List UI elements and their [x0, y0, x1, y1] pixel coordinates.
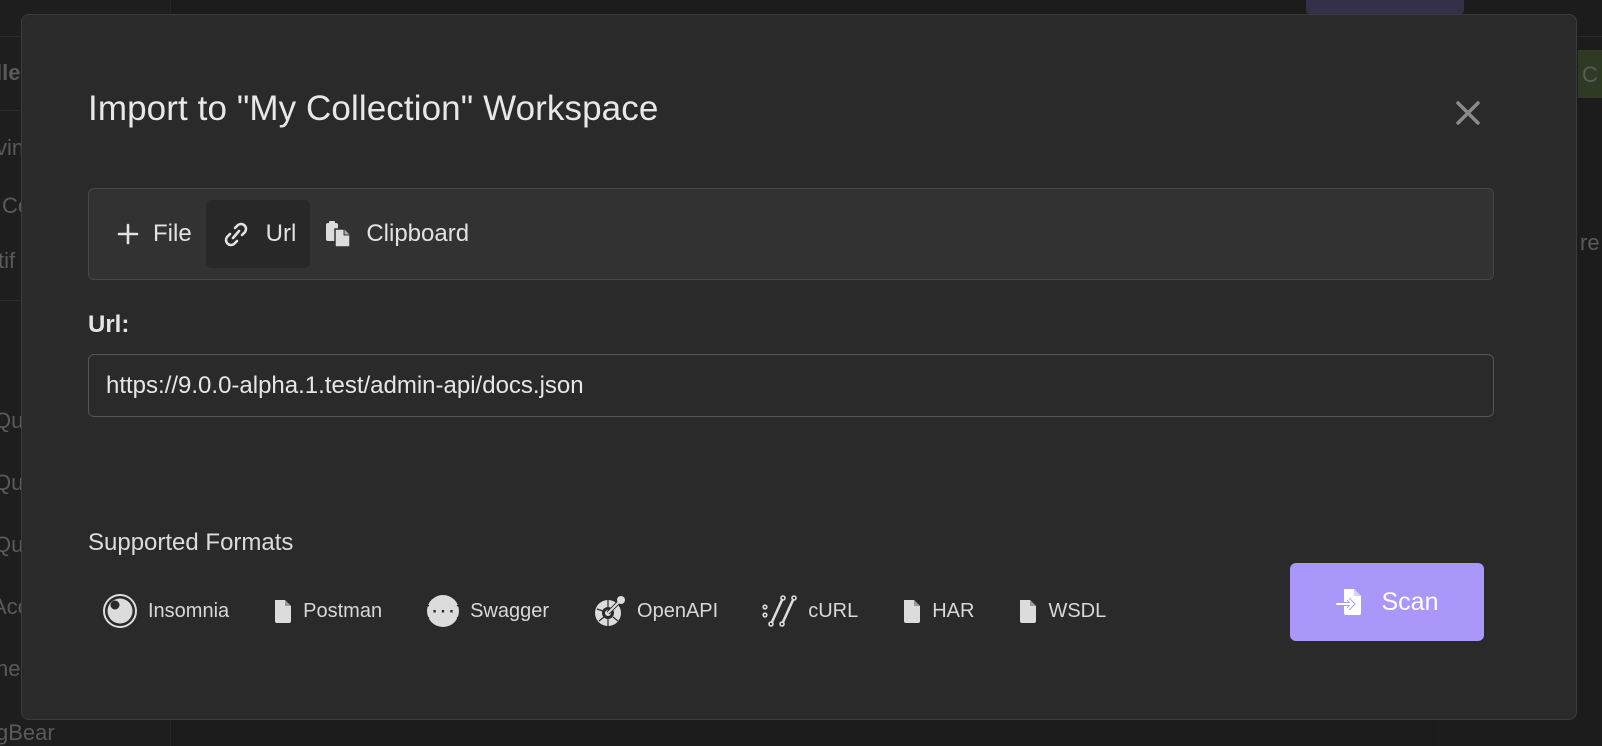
format-insomnia: Insomnia	[102, 593, 229, 629]
curl-icon	[762, 595, 798, 627]
clipboard-icon	[324, 220, 352, 248]
format-postman: Postman	[273, 598, 382, 624]
format-label: Insomnia	[148, 599, 230, 622]
close-icon	[1456, 101, 1480, 125]
background-text: gBear	[0, 720, 55, 745]
format-swagger: {···} Swagger	[426, 594, 549, 628]
tab-url-label: Url	[265, 220, 297, 247]
format-har: HAR	[902, 598, 974, 624]
format-curl: cURL	[762, 595, 858, 627]
format-label: OpenAPI	[637, 599, 719, 622]
supported-formats-list: Insomnia Postman {···} Swagger	[102, 593, 1150, 629]
swagger-icon: {···}	[426, 594, 460, 628]
format-label: cURL	[808, 599, 859, 622]
format-label: WSDL	[1048, 599, 1107, 622]
tab-clipboard[interactable]: Clipboard	[310, 200, 483, 268]
background-text: re	[1580, 230, 1600, 255]
scan-label: Scan	[1381, 587, 1439, 616]
svg-text:{···}: {···}	[426, 604, 460, 620]
file-import-icon	[1335, 587, 1364, 617]
background-text: Qu	[0, 470, 24, 495]
format-label: HAR	[932, 599, 975, 622]
background-text: Qu	[0, 408, 24, 433]
background-text: he	[0, 656, 21, 681]
url-label: Url:	[88, 311, 130, 338]
openapi-icon	[593, 594, 627, 628]
tab-file[interactable]: File	[103, 200, 206, 268]
format-label: Postman	[303, 599, 383, 622]
plus-icon	[117, 223, 139, 245]
background-text: tif	[0, 248, 16, 273]
insomnia-icon	[102, 593, 138, 629]
background-text: Qu	[0, 532, 24, 557]
file-icon	[902, 598, 922, 624]
background-text: C	[1582, 62, 1598, 87]
url-input[interactable]	[88, 354, 1494, 417]
tab-file-label: File	[153, 220, 192, 247]
background-top-button	[1306, 0, 1464, 14]
file-icon	[1018, 598, 1038, 624]
scan-button[interactable]: Scan	[1290, 563, 1484, 641]
tab-url[interactable]: Url	[205, 200, 311, 268]
modal-title: Import to "My Collection" Workspace	[88, 89, 659, 128]
import-modal: Import to "My Collection" Workspace File	[21, 14, 1577, 720]
format-openapi: OpenAPI	[593, 594, 718, 628]
import-source-tabs: File Url Clipboard	[88, 188, 1494, 280]
link-icon	[220, 221, 252, 247]
background-text: lle	[0, 60, 21, 85]
format-label: Swagger	[470, 599, 550, 622]
file-icon	[273, 598, 293, 624]
tab-clipboard-label: Clipboard	[366, 220, 470, 247]
format-wsdl: WSDL	[1018, 598, 1106, 624]
supported-formats-title: Supported Formats	[88, 529, 294, 556]
close-button[interactable]	[1450, 95, 1486, 131]
